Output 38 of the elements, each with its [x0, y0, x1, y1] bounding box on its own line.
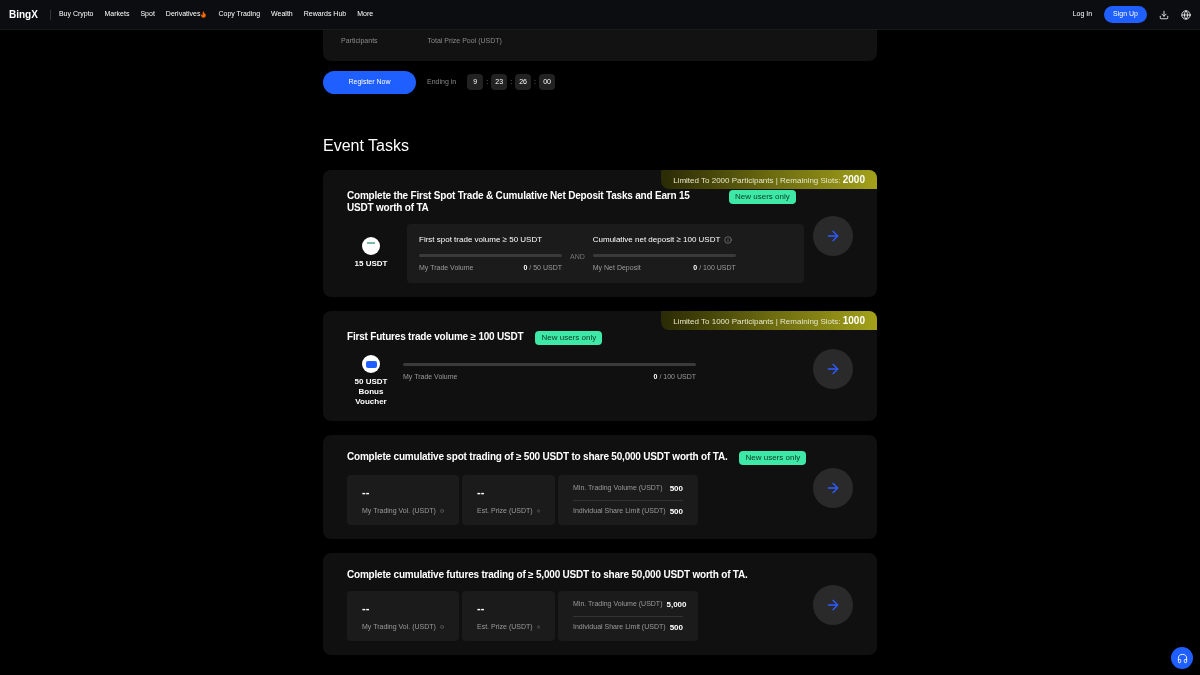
reward-amount: 50 USDT Bonus Voucher: [353, 377, 389, 407]
new-users-badge: New users only: [535, 331, 603, 345]
limit-value: 500: [669, 505, 683, 518]
go-button[interactable]: [813, 585, 853, 625]
limit-value: 5,000: [666, 598, 687, 611]
stat-value: --: [477, 484, 486, 500]
task-title: Complete cumulative futures trading of ≥ 5,000 USDT to share 50,000 USDT worth of TA.: [347, 569, 748, 581]
token-icon: [362, 237, 380, 256]
language-icon[interactable]: [1181, 9, 1191, 20]
info-icon: [724, 235, 733, 244]
reward-amount: 15 USDT: [354, 259, 388, 270]
support-button[interactable]: [1171, 647, 1193, 669]
participant-limit-banner: Limited To 1000 Participants | Remaining Slots: 1000: [661, 311, 877, 330]
logo[interactable]: BingX: [9, 7, 38, 22]
info-icon: [439, 507, 444, 516]
new-users-badge: New users only: [739, 451, 807, 465]
condition-title: Cumulative net deposit ≥ 100 USDT: [592, 233, 721, 246]
voucher-icon: [362, 355, 380, 373]
stat-value: --: [362, 484, 371, 500]
condition-title: First spot trade volume ≥ 50 USDT: [419, 233, 543, 246]
download-icon[interactable]: [1159, 9, 1169, 20]
task-title: Complete the First Spot Trade & Cumulative Net Deposit Tasks and Earn 15 USDT worth of TA: [347, 189, 691, 214]
stat-value: --: [477, 600, 486, 616]
task-title: First Futures trade volume ≥ 100 USDT: [347, 331, 524, 343]
go-button[interactable]: [813, 216, 853, 257]
section-title: Event Tasks: [323, 135, 410, 156]
new-users-badge: New users only: [729, 189, 796, 204]
limit-value: 500: [669, 482, 683, 495]
task-title: Complete cumulative spot trading of ≥ 500 USDT to share 50,000 USDT worth of TA.: [347, 451, 728, 463]
arrow-right-icon: [825, 597, 841, 613]
flame-icon: [200, 11, 208, 18]
limit-value: 500: [669, 621, 683, 634]
go-button[interactable]: [813, 468, 853, 508]
participant-limit-banner: Limited To 2000 Participants | Remaining Slots: 2000: [661, 169, 877, 189]
go-button[interactable]: [813, 349, 853, 389]
info-icon: [439, 623, 444, 632]
stat-value: --: [362, 600, 371, 616]
headset-icon: [1176, 652, 1188, 664]
